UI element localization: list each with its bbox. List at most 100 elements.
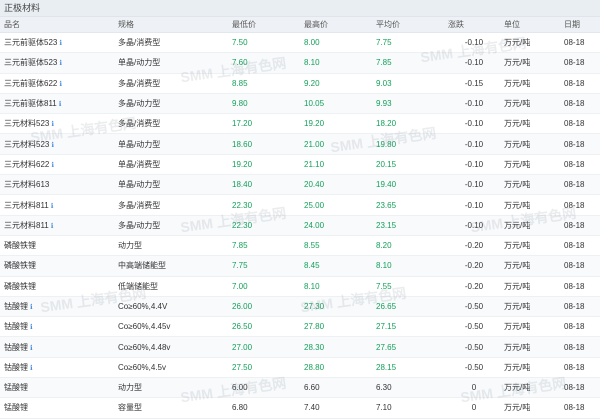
change-cell: -0.10 [444, 93, 500, 115]
info-icon[interactable]: ℹ [51, 162, 54, 169]
avg-price-cell: 9.03 [372, 73, 444, 94]
high-price-cell-text: 28.80 [304, 362, 325, 372]
col-header-spec[interactable]: 规格 [114, 17, 228, 33]
product-name-cell[interactable]: 锰酸锂 [0, 397, 114, 419]
date-cell-text: 08-18 [564, 342, 585, 352]
info-icon[interactable]: ℹ [59, 101, 62, 108]
product-name-cell[interactable]: 钴酸锂 ℹ [0, 336, 114, 358]
low-price-cell: 19.20 [228, 154, 300, 176]
unit-cell-text: 万元/吨 [504, 261, 531, 271]
info-icon[interactable]: ℹ [59, 40, 62, 47]
high-price-cell-text: 19.20 [304, 119, 325, 129]
high-price-cell: 8.00 [300, 32, 372, 54]
col-header-avg[interactable]: 平均价 [372, 17, 444, 33]
product-name-cell[interactable]: 三元材料613 [0, 174, 114, 196]
info-icon[interactable]: ℹ [30, 345, 33, 352]
low-price-cell-text: 7.50 [232, 38, 248, 48]
high-price-cell: 24.00 [300, 215, 372, 236]
spec-cell-text: 多晶/动力型 [118, 99, 161, 109]
info-icon[interactable]: ℹ [30, 324, 33, 331]
date-cell: 08-18 [560, 174, 600, 196]
spec-cell-text: 多晶/动力型 [118, 220, 161, 230]
table-row[interactable]: 三元前驱体811 ℹ 多晶/动力型 9.80 10.05 9.93 -0.10 万元/吨 08-… [0, 93, 600, 115]
low-price-cell-text: 19.20 [232, 159, 253, 169]
table-row[interactable]: 三元材料622 ℹ 单晶/消费型 19.20 21.10 20.15 -0.10 万元/吨 08… [0, 154, 600, 176]
unit-cell-text: 万元/吨 [504, 362, 531, 372]
change-cell-text: -0.20 [464, 241, 484, 251]
col-header-low[interactable]: 最低价 [228, 17, 300, 33]
product-name-cell[interactable]: 磷酸铁锂 [0, 255, 114, 277]
spec-cell-text: 多晶/消费型 [118, 119, 161, 129]
table-row[interactable]: 三元前驱体523 ℹ 单晶/动力型 7.60 8.10 7.85 -0.10 万元/吨 08-1… [0, 52, 600, 74]
table-row[interactable]: 钴酸锂 ℹ Co≥60%,4.5v 27.50 28.80 28.15 -0.50 万元/吨 0… [0, 357, 600, 379]
product-name-cell[interactable]: 三元材料523 ℹ [0, 113, 114, 135]
table-row[interactable]: 三元材料523 ℹ 多晶/消费型 17.20 19.20 18.20 -0.10 万元/吨 08… [0, 113, 600, 135]
info-icon[interactable]: ℹ [59, 60, 62, 67]
product-name-cell[interactable]: 钴酸锂 ℹ [0, 357, 114, 379]
table-row[interactable]: 三元前驱体622 ℹ 多晶/消费型 8.85 9.20 9.03 -0.15 万元/吨 08-1… [0, 73, 600, 94]
unit-cell: 万元/吨 [500, 174, 560, 196]
unit-cell-text: 万元/吨 [504, 38, 531, 48]
low-price-cell-text: 7.00 [232, 281, 248, 291]
spec-cell: 低端储能型 [114, 276, 228, 297]
table-row[interactable]: 磷酸铁锂 中高端储能型 7.75 8.45 8.10 -0.20 万元/吨 08-18 [0, 255, 600, 277]
table-row[interactable]: 三元材料811 ℹ 多晶/消费型 22.30 25.00 23.65 -0.10 万元/吨 08… [0, 194, 600, 216]
table-row[interactable]: 磷酸铁锂 动力型 7.85 8.55 8.20 -0.20 万元/吨 08-18 [0, 235, 600, 257]
table-row[interactable]: 三元材料613 单晶/动力型 18.40 20.40 19.40 -0.10 万元/吨 08-… [0, 174, 600, 196]
product-name-cell-text: 三元前驱体523 [4, 58, 58, 68]
info-icon[interactable]: ℹ [51, 142, 54, 149]
change-cell-text: -0.20 [464, 281, 484, 291]
change-cell: 0 [444, 377, 500, 399]
product-name-cell[interactable]: 三元材料523 ℹ [0, 133, 114, 155]
info-icon[interactable]: ℹ [30, 365, 33, 372]
spec-cell-text: Co≥60%,4.4V [118, 302, 168, 311]
spec-cell: 多晶/消费型 [114, 32, 228, 54]
product-name-cell[interactable]: 三元材料622 ℹ [0, 154, 114, 176]
spec-cell-text: Co≥60%,4.48v [118, 342, 171, 352]
product-name-cell[interactable]: 三元材料811 ℹ [0, 194, 114, 216]
product-name-cell[interactable]: 磷酸铁锂 [0, 235, 114, 257]
unit-cell-text: 万元/吨 [504, 403, 531, 413]
col-header-name[interactable]: 品名 [0, 17, 114, 33]
high-price-cell-text: 10.05 [304, 99, 325, 109]
product-name-cell[interactable]: 钴酸锂 ℹ [0, 296, 114, 318]
high-price-cell-text: 20.40 [304, 180, 325, 190]
high-price-cell: 28.30 [300, 336, 372, 358]
table-row[interactable]: 三元材料523 ℹ 单晶/动力型 18.60 21.00 19.80 -0.10 万元/吨 08… [0, 133, 600, 155]
unit-cell: 万元/吨 [500, 154, 560, 176]
date-cell: 08-18 [560, 194, 600, 216]
product-name-cell[interactable]: 锰酸锂 [0, 377, 114, 399]
table-row[interactable]: 锰酸锂 容量型 6.80 7.40 7.10 0 万元/吨 08-18 [0, 397, 600, 419]
unit-cell-text: 万元/吨 [504, 180, 531, 190]
change-cell: -0.20 [444, 235, 500, 257]
product-name-cell[interactable]: 三元前驱体523 ℹ [0, 52, 114, 74]
table-row[interactable]: 钴酸锂 ℹ Co≥60%,4.45v 26.50 27.80 27.15 -0.50 万元/吨… [0, 316, 600, 338]
avg-price-cell-text: 27.65 [376, 342, 397, 352]
product-name-cell[interactable]: 三元前驱体523 ℹ [0, 32, 114, 54]
low-price-cell-text: 7.60 [232, 58, 248, 68]
unit-cell-text: 万元/吨 [504, 322, 531, 332]
info-icon[interactable]: ℹ [30, 304, 33, 311]
col-header-date[interactable]: 日期 [560, 17, 600, 33]
table-row[interactable]: 三元前驱体523 ℹ 多晶/消费型 7.50 8.00 7.75 -0.10 万元/吨 08-1… [0, 32, 600, 54]
col-header-high[interactable]: 最高价 [300, 17, 372, 33]
col-header-unit[interactable]: 单位 [500, 17, 560, 33]
product-name-cell[interactable]: 三元前驱体811 ℹ [0, 93, 114, 115]
col-header-change[interactable]: 涨跌 [444, 17, 500, 33]
info-icon[interactable]: ℹ [59, 81, 62, 88]
table-row[interactable]: 锰酸锂 动力型 6.00 6.60 6.30 0 万元/吨 08-18 [0, 377, 600, 399]
table-row[interactable]: 磷酸铁锂 低端储能型 7.00 8.10 7.55 -0.20 万元/吨 08-18 [0, 276, 600, 297]
table-row[interactable]: 钴酸锂 ℹ Co≥60%,4.4V 26.00 27.30 26.65 -0.50 万元/吨 0… [0, 296, 600, 318]
product-name-cell[interactable]: 磷酸铁锂 [0, 276, 114, 297]
avg-price-cell: 9.93 [372, 93, 444, 115]
info-icon[interactable]: ℹ [51, 121, 54, 128]
table-row[interactable]: 三元材料811 ℹ 多晶/动力型 22.30 24.00 23.15 -0.10 万元/吨 08… [0, 215, 600, 236]
product-name-cell[interactable]: 钴酸锂 ℹ [0, 316, 114, 338]
unit-cell: 万元/吨 [500, 215, 560, 236]
info-icon[interactable]: ℹ [51, 223, 54, 230]
product-name-cell[interactable]: 三元材料811 ℹ [0, 215, 114, 236]
date-cell-text: 08-18 [564, 119, 585, 129]
table-row[interactable]: 钴酸锂 ℹ Co≥60%,4.48v 27.00 28.30 27.65 -0.50 万元/吨… [0, 336, 600, 358]
product-name-cell[interactable]: 三元前驱体622 ℹ [0, 73, 114, 94]
info-icon[interactable]: ℹ [51, 203, 54, 210]
